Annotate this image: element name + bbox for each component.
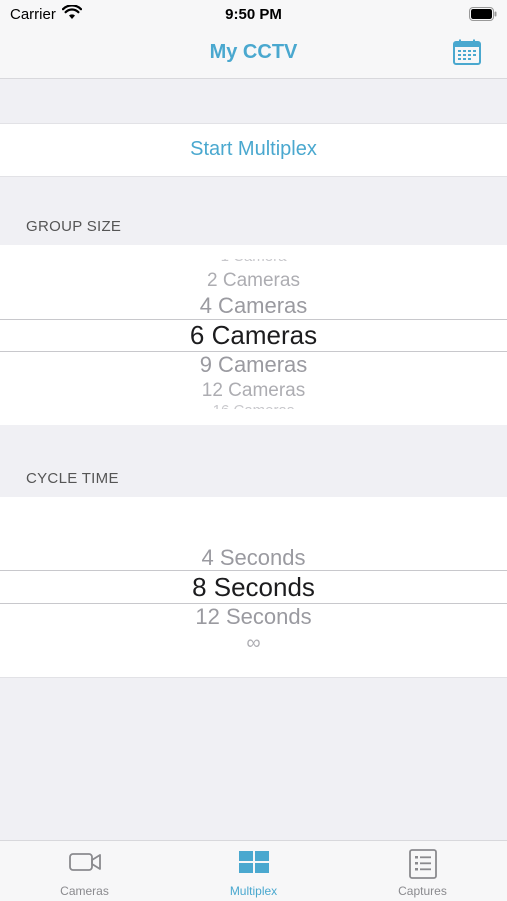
grid-icon: [238, 849, 270, 880]
picker-option[interactable]: 12 Cameras: [0, 379, 507, 403]
tab-captures[interactable]: Captures: [338, 841, 507, 901]
clock: 9:50 PM: [225, 6, 282, 23]
group-size-picker[interactable]: 1 Camera 2 Cameras 4 Cameras 6 Cameras 9…: [0, 245, 507, 425]
page-title: My CCTV: [209, 41, 298, 63]
picker-option[interactable]: 4 Seconds: [0, 545, 507, 571]
navigation-bar: My CCTV: [0, 28, 507, 79]
start-multiplex-button[interactable]: Start Multiplex: [0, 138, 507, 161]
cycle-time-picker[interactable]: 4 Seconds 8 Seconds 12 Seconds ∞: [0, 497, 507, 678]
calendar-icon[interactable]: [453, 39, 481, 65]
tab-cameras[interactable]: Cameras: [0, 841, 169, 901]
picker-option-selected[interactable]: 8 Seconds: [0, 572, 507, 603]
picker-option[interactable]: 4 Cameras: [0, 293, 507, 319]
picker-option[interactable]: 2 Cameras: [0, 269, 507, 293]
group-size-header: GROUP SIZE: [26, 218, 122, 235]
picker-option-selected[interactable]: 6 Cameras: [0, 320, 507, 351]
start-multiplex-row: Start Multiplex: [0, 123, 507, 177]
tab-label: Multiplex: [229, 884, 278, 898]
tab-label: Captures: [398, 884, 447, 898]
tab-bar: Cameras Multiplex Captures: [0, 840, 507, 901]
list-icon: [408, 849, 437, 884]
picker-option[interactable]: 1 Camera: [0, 259, 507, 265]
status-bar: Carrier 9:50 PM: [0, 0, 507, 28]
tab-label: Cameras: [60, 884, 109, 898]
video-camera-icon: [68, 849, 102, 880]
picker-option[interactable]: ∞: [0, 631, 507, 655]
tab-multiplex[interactable]: Multiplex: [169, 841, 338, 901]
picker-option[interactable]: 16 Cameras: [0, 403, 507, 409]
cycle-time-header: CYCLE TIME: [26, 470, 119, 487]
battery-icon: [469, 7, 497, 26]
picker-option[interactable]: 12 Seconds: [0, 604, 507, 630]
picker-option[interactable]: 9 Cameras: [0, 352, 507, 378]
